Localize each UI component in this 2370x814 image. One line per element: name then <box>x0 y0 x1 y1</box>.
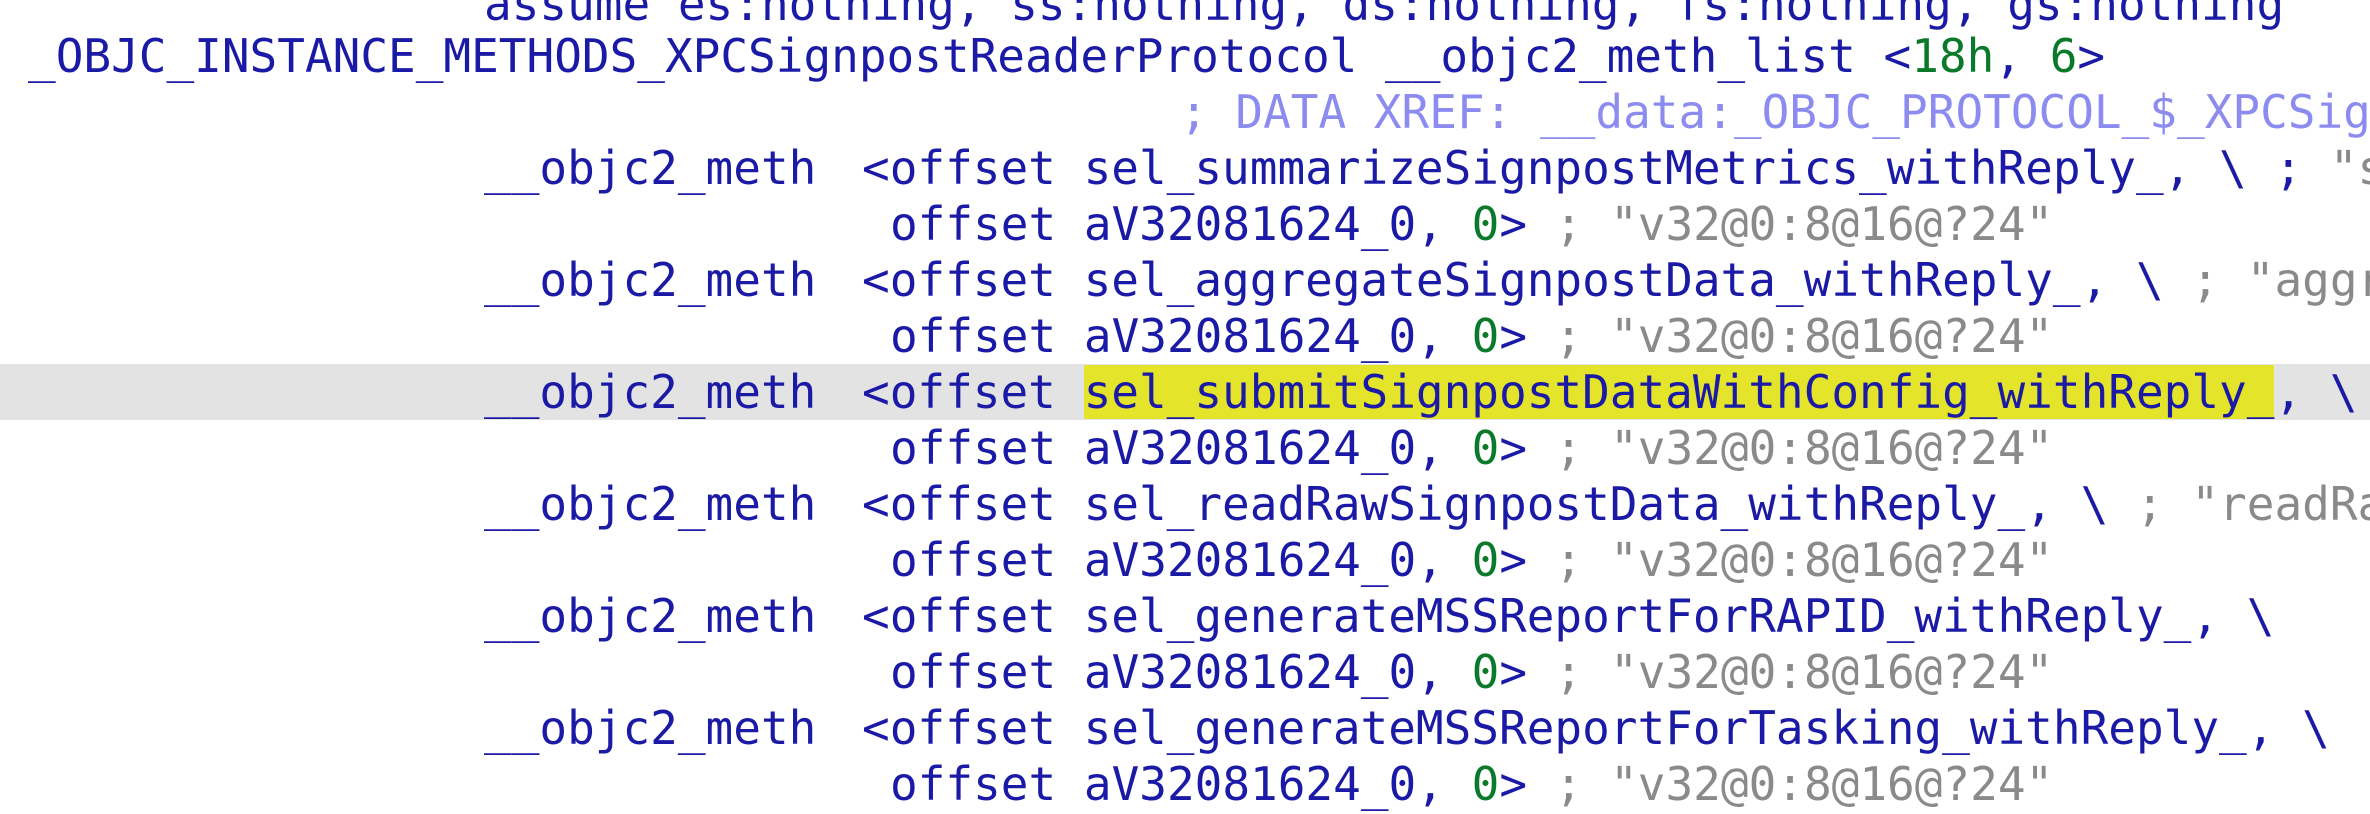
method-entry-operands: <offset sel_readRawSignpostData_withRepl… <box>862 476 2370 532</box>
method-type-line[interactable]: offset aV32081624_0, 0> ; "v32@0:8@16@?2… <box>0 308 2370 364</box>
selector-symbol[interactable]: sel_generateMSSReportForTasking_withRepl… <box>1084 701 2247 755</box>
offset-keyword: <offset <box>862 589 1056 643</box>
offset-keyword: offset <box>890 197 1057 251</box>
line-continuation: , \ <box>2080 253 2164 307</box>
selector-symbol[interactable]: sel_readRawSignpostData_withReply_ <box>1084 477 2026 531</box>
method-entry-operands: <offset sel_submitSignpostDataWithConfig… <box>862 364 2358 420</box>
offset-keyword: <offset <box>862 141 1056 195</box>
type-string-symbol[interactable]: aV32081624_0 <box>1084 309 1416 363</box>
comma: , <box>1416 533 1472 587</box>
current-line-highlight[interactable]: __objc2_meth <offset sel_submitSignpostD… <box>0 364 2370 420</box>
method-type-line[interactable]: offset aV32081624_0, 0> ; "v32@0:8@16@?2… <box>0 644 2370 700</box>
offset-keyword: offset <box>890 533 1057 587</box>
type-string-symbol[interactable]: aV32081624_0 <box>1084 197 1416 251</box>
selector-symbol[interactable]: sel_generateMSSReportForRAPID_withReply_ <box>1084 589 2192 643</box>
type-encoding-comment: ; "v32@0:8@16@?24" <box>1527 645 2054 699</box>
method-entry-line[interactable]: __objc2_meth <offset sel_readRawSignpost… <box>0 476 2370 532</box>
method-type-operands: offset aV32081624_0, 0> ; "v32@0:8@16@?2… <box>890 420 2053 476</box>
method-type-line[interactable]: offset aV32081624_0, 0> ; "v32@0:8@16@?2… <box>0 756 2370 812</box>
method-list-label-line[interactable]: _OBJC_INSTANCE_METHODS_XPCSignpostReader… <box>0 28 2370 84</box>
method-type-operands: offset aV32081624_0, 0> ; "v32@0:8@16@?2… <box>890 196 2053 252</box>
selected-selector-symbol[interactable]: sel_submitSignpostDataWithConfig_withRep… <box>1083 365 2275 419</box>
selector-comment: ; "aggregateSignpostData:withReply:" <box>2191 253 2370 307</box>
method-list-header: _OBJC_INSTANCE_METHODS_XPCSignpostReader… <box>28 28 2105 84</box>
method-type-line[interactable]: offset aV32081624_0, 0> ; "v32@0:8@16@?2… <box>0 532 2370 588</box>
method-entry-line[interactable]: __objc2_meth <offset sel_aggregateSignpo… <box>0 252 2370 308</box>
type-encoding-comment: ; "v32@0:8@16@?24" <box>1527 421 2054 475</box>
close-bracket: > <box>2077 29 2106 83</box>
objc2-meth-keyword: __objc2_meth <box>484 253 817 307</box>
method-type-line[interactable]: offset aV32081624_0, 0> ; "v32@0:8@16@?2… <box>0 420 2370 476</box>
method-type-operands: offset aV32081624_0, 0> ; "v32@0:8@16@?2… <box>890 756 2053 812</box>
method-entry-line[interactable]: __objc2_meth <offset sel_generateMSSRepo… <box>0 588 2370 644</box>
method-entry-operands: <offset sel_aggregateSignpostData_withRe… <box>862 252 2370 308</box>
separator: , <box>1994 29 2050 83</box>
offset-keyword: offset <box>890 757 1057 811</box>
disassembly-view[interactable]: assume es:nothing, ss:nothing, ds:nothin… <box>0 0 2370 814</box>
type-encoding-comment: ; "v32@0:8@16@?24" <box>1527 757 2054 811</box>
comma: , <box>1416 757 1472 811</box>
method-type-line[interactable]: offset aV32081624_0, 0> ; "v32@0:8@16@?2… <box>0 196 2370 252</box>
selector-symbol[interactable]: sel_aggregateSignpostData_withReply_ <box>1084 253 2081 307</box>
line-continuation: , \ <box>2191 589 2275 643</box>
type-string-symbol[interactable]: aV32081624_0 <box>1084 533 1416 587</box>
selector-symbol[interactable]: sel_summarizeSignpostMetrics_withReply_ <box>1084 141 2164 195</box>
selector-comment: "summarizeSignpostMetrics:withReply:" <box>2329 141 2370 195</box>
objc2-meth-keyword: __objc2_meth <box>484 701 817 755</box>
close-bracket: > <box>1499 309 1528 363</box>
close-bracket: > <box>1499 645 1528 699</box>
entry-size-value: 18h <box>1911 29 1995 83</box>
method-entry-operands: <offset sel_generateMSSReportForTasking_… <box>862 700 2330 756</box>
offset-keyword: <offset <box>862 701 1056 755</box>
imp-value: 0 <box>1471 645 1500 699</box>
xref-comment-line[interactable]: ; DATA XREF: __data:_OBJC_PROTOCOL_$_XPC… <box>0 84 2370 140</box>
imp-value: 0 <box>1471 309 1500 363</box>
imp-value: 0 <box>1471 533 1500 587</box>
entry-count-value: 6 <box>2049 29 2078 83</box>
objc2-meth-keyword: __objc2_meth <box>484 141 817 195</box>
offset-keyword: <offset <box>862 365 1056 419</box>
close-bracket: > <box>1499 533 1528 587</box>
imp-value: 0 <box>1471 757 1500 811</box>
comma: , <box>1416 309 1472 363</box>
method-type-operands: offset aV32081624_0, 0> ; "v32@0:8@16@?2… <box>890 644 2053 700</box>
method-type-operands: offset aV32081624_0, 0> ; "v32@0:8@16@?2… <box>890 532 2053 588</box>
objc2-meth-keyword: __objc2_meth <box>484 365 817 419</box>
type-encoding-comment: ; "v32@0:8@16@?24" <box>1527 309 2054 363</box>
method-type-operands: offset aV32081624_0, 0> ; "v32@0:8@16@?2… <box>890 308 2053 364</box>
type-encoding-comment: ; "v32@0:8@16@?24" <box>1527 197 2054 251</box>
selector-comment: ; "readRawSignpostData:withReply:" <box>2135 477 2370 531</box>
offset-keyword: <offset <box>862 253 1056 307</box>
close-bracket: > <box>1499 421 1528 475</box>
offset-keyword: offset <box>890 645 1057 699</box>
close-bracket: > <box>1499 757 1528 811</box>
method-entry-line[interactable]: __objc2_meth <offset sel_summarizeSignpo… <box>0 140 2370 196</box>
objc2-meth-keyword: __objc2_meth <box>484 477 817 531</box>
type-string-symbol[interactable]: aV32081624_0 <box>1084 645 1416 699</box>
method-list-label[interactable]: _OBJC_INSTANCE_METHODS_XPCSignpostReader… <box>28 29 1357 83</box>
comma: , <box>1416 197 1472 251</box>
method-entry-operands: <offset sel_summarizeSignpostMetrics_wit… <box>862 140 2370 196</box>
objc2-meth-keyword: __objc2_meth <box>484 589 817 643</box>
comma: , <box>1416 645 1472 699</box>
line-continuation: , \ <box>2274 365 2358 419</box>
type-string-symbol[interactable]: aV32081624_0 <box>1084 757 1416 811</box>
comma: , <box>1416 421 1472 475</box>
line-continuation: , \ ; <box>2163 141 2303 195</box>
imp-value: 0 <box>1471 197 1500 251</box>
imp-value: 0 <box>1471 421 1500 475</box>
close-bracket: > <box>1499 197 1528 251</box>
method-entry-line[interactable]: __objc2_meth <offset sel_generateMSSRepo… <box>0 700 2370 756</box>
offset-keyword: <offset <box>862 477 1056 531</box>
line-continuation: , \ <box>2025 477 2109 531</box>
method-entry-operands: <offset sel_generateMSSReportForRAPID_wi… <box>862 588 2274 644</box>
line-continuation: , \ <box>2246 701 2330 755</box>
offset-keyword: offset <box>890 309 1057 363</box>
data-xref-comment[interactable]: ; DATA XREF: __data:_OBJC_PROTOCOL_$_XPC… <box>1180 84 2370 140</box>
method-list-directive: __objc2_meth_list < <box>1385 29 1912 83</box>
type-string-symbol[interactable]: aV32081624_0 <box>1084 421 1416 475</box>
offset-keyword: offset <box>890 421 1057 475</box>
type-encoding-comment: ; "v32@0:8@16@?24" <box>1527 533 2054 587</box>
